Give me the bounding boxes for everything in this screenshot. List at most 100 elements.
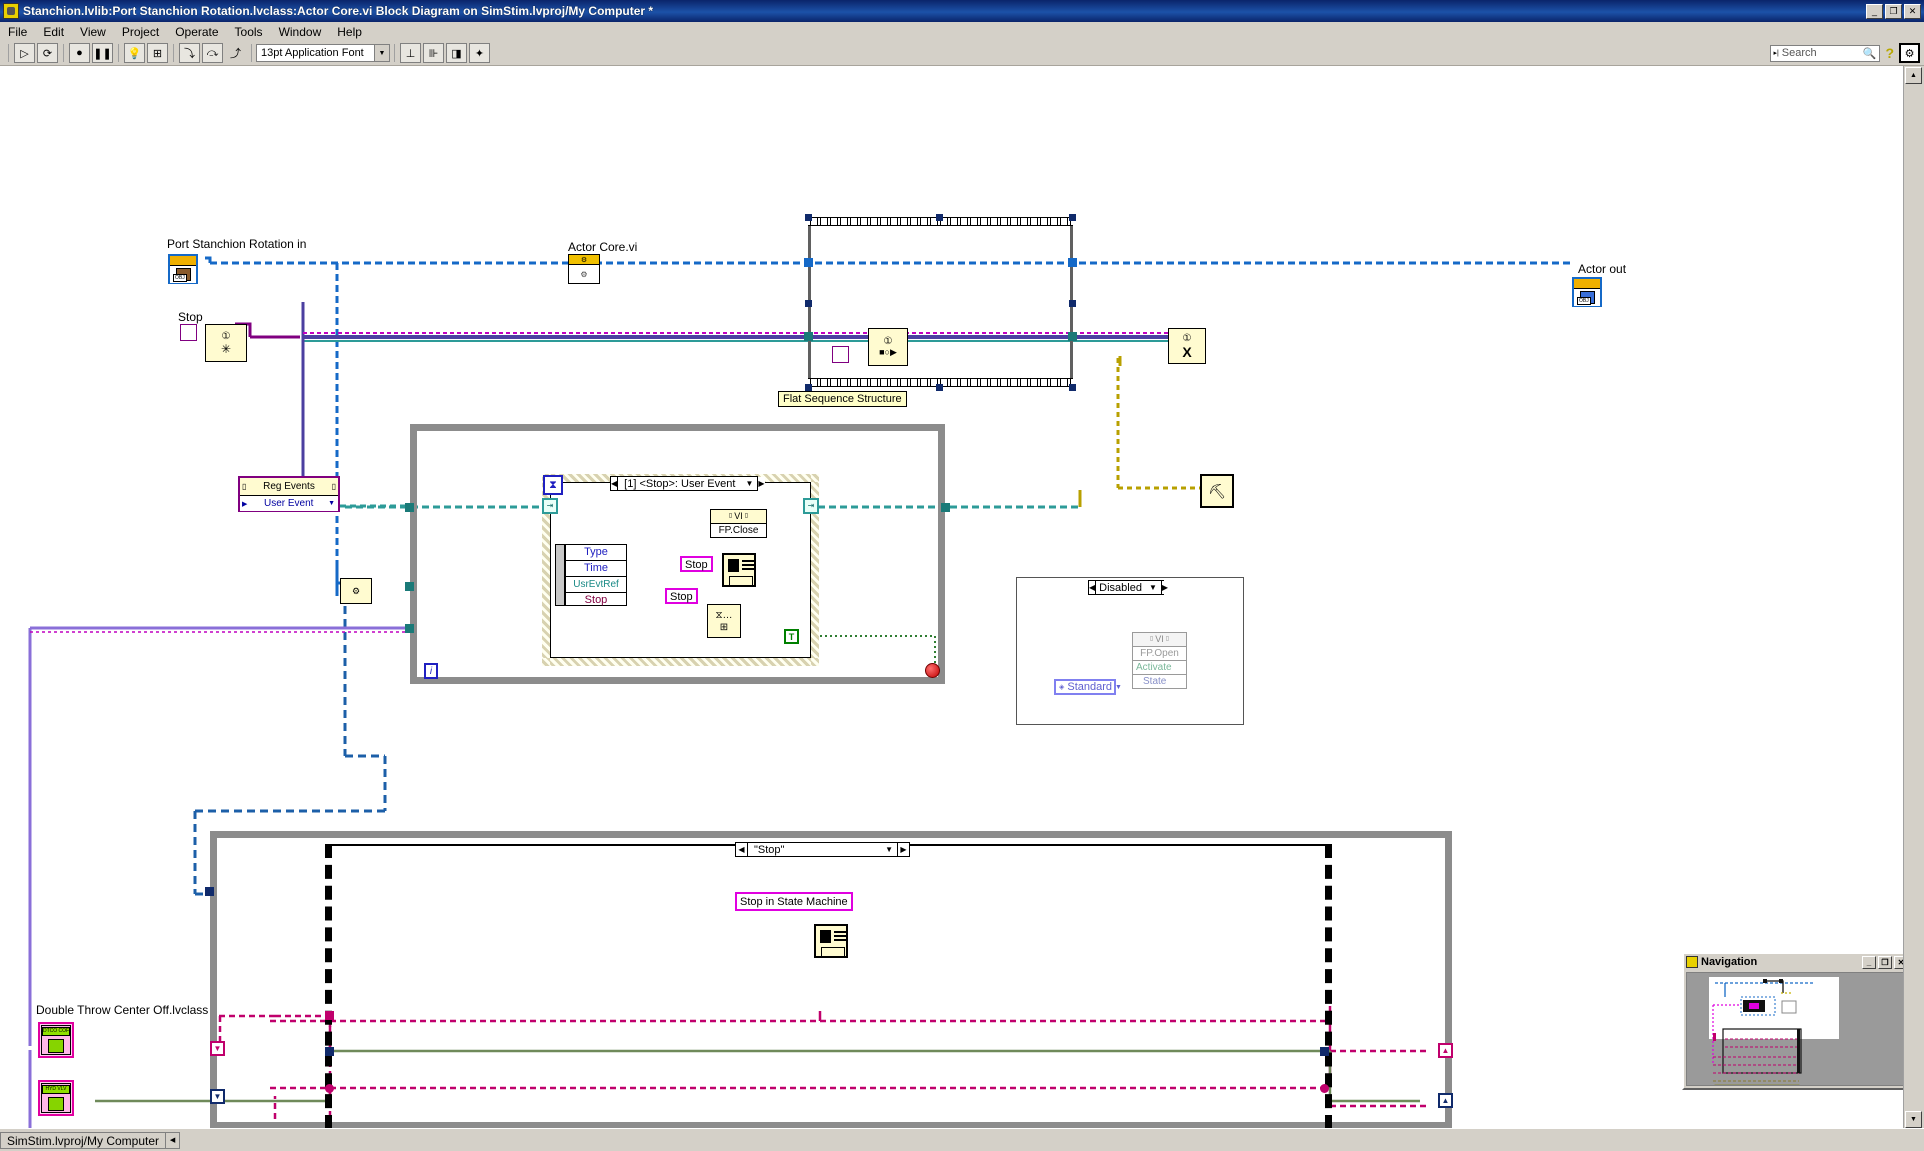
chevron-down-icon[interactable]: ▼ [1145, 583, 1161, 592]
standard-enum-constant[interactable]: ◈ Standard ▼ [1054, 679, 1122, 695]
sequence-tunnel[interactable] [804, 332, 813, 341]
chevron-down-icon[interactable]: ▼ [328, 500, 338, 507]
case-structure-selector[interactable]: ◀ "Stop" ▼ ▶ [735, 842, 910, 857]
stop-in-state-machine-constant[interactable]: Stop in State Machine [735, 892, 853, 911]
search-input[interactable]: ▸| Search 🔍 [1770, 44, 1881, 62]
case-border-junction[interactable] [325, 1047, 334, 1056]
register-events-node[interactable]: ▯ Reg Events ▯ ▶ User Event ▼ [238, 476, 340, 512]
one-button-dialog-node[interactable] [722, 553, 756, 587]
event-data-node-handle[interactable] [555, 544, 565, 606]
enqueue-element-node[interactable]: ⧖… ⊞ [707, 604, 741, 638]
event-helper-node[interactable]: ⚙ [340, 578, 372, 604]
step-out-icon[interactable]: ⤴ [225, 43, 246, 63]
selection-handle[interactable] [1069, 214, 1076, 221]
case-output-tunnel-2[interactable]: ▲ [1438, 1093, 1453, 1108]
case-border-junction[interactable] [325, 1084, 334, 1093]
sequence-tunnel[interactable] [1068, 258, 1077, 267]
fp-open-state-property[interactable]: State [1133, 675, 1186, 688]
chevron-down-icon[interactable]: ▼ [881, 845, 897, 854]
double-throw-center-off-class-constant[interactable]: DTCO COFF [36, 1018, 78, 1060]
case-prev-arrow[interactable]: ◀ [1089, 581, 1097, 594]
scroll-down-button[interactable]: ▼ [1905, 1111, 1922, 1128]
minimize-button[interactable]: _ [1866, 3, 1883, 19]
search-dropdown-arrow[interactable]: ▸| [1773, 49, 1778, 57]
maximize-button[interactable]: ❐ [1885, 3, 1902, 19]
run-continuously-button[interactable]: ⟳ [37, 43, 58, 63]
true-constant[interactable]: T [784, 629, 799, 644]
case-prev-arrow[interactable]: ◀ [736, 843, 748, 856]
loop-tunnel[interactable] [405, 582, 414, 591]
step-over-icon[interactable]: ⤼ [202, 43, 223, 63]
fp-close-property-node[interactable]: ▯ VI ▯ FP.Close [710, 509, 767, 538]
navigation-maximize-button[interactable]: ❐ [1878, 955, 1892, 969]
fp-open-activate-property[interactable]: Activate [1133, 661, 1186, 675]
scroll-up-button[interactable]: ▲ [1905, 67, 1922, 84]
menu-item-help[interactable]: Help [329, 24, 370, 40]
menu-item-edit[interactable]: Edit [35, 24, 72, 40]
navigation-window[interactable]: Navigation _ ❐ ✕ [1682, 952, 1912, 1090]
diagram-disable-structure[interactable] [1016, 577, 1244, 725]
case-structure[interactable] [325, 844, 1332, 1129]
event-dynamic-terminal-right[interactable]: ⇥ [803, 498, 819, 514]
inner-boolean-terminal[interactable] [832, 346, 849, 363]
resize-objects-icon[interactable]: ◨ [446, 43, 467, 63]
port-stanchion-rotation-in-terminal[interactable]: OBJ [168, 254, 198, 284]
actor-out-indicator[interactable]: OBJ [1572, 277, 1602, 307]
chevron-down-icon[interactable]: ▼ [1115, 681, 1122, 694]
menu-item-project[interactable]: Project [114, 24, 167, 40]
navigation-minimize-button[interactable]: _ [1862, 955, 1876, 969]
fp-close-property[interactable]: FP.Close [711, 524, 766, 537]
selection-handle[interactable] [1069, 384, 1076, 391]
case-border-junction[interactable] [325, 1011, 334, 1020]
font-selector[interactable]: 13pt Application Font [256, 44, 374, 62]
close-button[interactable]: ✕ [1904, 3, 1921, 19]
sequence-tunnel[interactable] [804, 258, 813, 267]
case-input-tunnel-2[interactable]: ▼ [210, 1089, 225, 1104]
status-dropdown-arrow[interactable]: ◀ [165, 1131, 181, 1149]
enqueue-node[interactable]: ① ■○▶ [868, 328, 908, 366]
context-help-icon[interactable]: ⚙ [1899, 43, 1920, 63]
navigation-thumbnail[interactable] [1686, 972, 1908, 1086]
distribute-objects-icon[interactable]: ⊪ [423, 43, 444, 63]
hydraulic-valve-class-constant[interactable]: HYD VLV [36, 1076, 78, 1118]
menu-item-operate[interactable]: Operate [167, 24, 226, 40]
event-timeout-terminal[interactable]: ⧗ [543, 475, 563, 495]
selection-handle[interactable] [805, 214, 812, 221]
menu-item-file[interactable]: File [0, 24, 35, 40]
selection-handle[interactable] [936, 384, 943, 391]
menu-item-view[interactable]: View [72, 24, 114, 40]
state-machine-dialog-node[interactable] [814, 924, 848, 958]
sequence-tunnel[interactable] [1068, 332, 1077, 341]
selection-handle[interactable] [1069, 300, 1076, 307]
loop-tunnel[interactable] [405, 503, 414, 512]
case-next-arrow[interactable]: ▶ [757, 477, 765, 490]
simple-error-handler-node[interactable]: ⛏ [1200, 474, 1234, 508]
fp-open-property-node[interactable]: ▯ VI ▯ FP.Open Activate State [1132, 632, 1187, 689]
menu-item-tools[interactable]: Tools [227, 24, 271, 40]
block-diagram-canvas[interactable]: Port Stanchion Rotation in OBJ Stop ① ✳ … [0, 66, 1904, 1129]
selection-handle[interactable] [805, 300, 812, 307]
wire-junction[interactable] [1320, 1084, 1329, 1093]
case-junction[interactable] [1320, 1047, 1329, 1056]
stop-string-constant-2[interactable]: Stop [665, 588, 698, 604]
case-prev-arrow[interactable]: ◀ [611, 477, 619, 490]
chevron-down-icon[interactable]: ▼ [741, 479, 757, 488]
search-icon[interactable]: 🔍 [1863, 47, 1877, 60]
actor-core-vi-node[interactable]: ⚙ ⚙ [568, 254, 600, 284]
clean-up-diagram-icon[interactable]: ✦ [469, 43, 490, 63]
pause-button[interactable]: ❚❚ [92, 43, 113, 63]
selection-handle[interactable] [936, 214, 943, 221]
event-dynamic-terminal-left[interactable]: ⇥ [542, 498, 558, 514]
destroy-reference-node[interactable]: ① X [1168, 328, 1206, 364]
abort-execution-button[interactable]: ● [69, 43, 90, 63]
step-into-icon[interactable]: ⤵ [179, 43, 200, 63]
menu-item-window[interactable]: Window [271, 24, 330, 40]
vertical-scrollbar[interactable]: ▲ ▼ [1903, 66, 1924, 1129]
retain-wire-values-icon[interactable]: ⊞ [147, 43, 168, 63]
loop-tunnel[interactable] [405, 624, 414, 633]
iteration-terminal[interactable]: i [424, 663, 438, 679]
font-selector-arrow[interactable]: ▼ [374, 44, 390, 62]
fp-open-property[interactable]: FP.Open [1133, 647, 1186, 661]
case-next-arrow[interactable]: ▶ [897, 843, 909, 856]
highlight-execution-icon[interactable]: 💡 [124, 43, 145, 63]
